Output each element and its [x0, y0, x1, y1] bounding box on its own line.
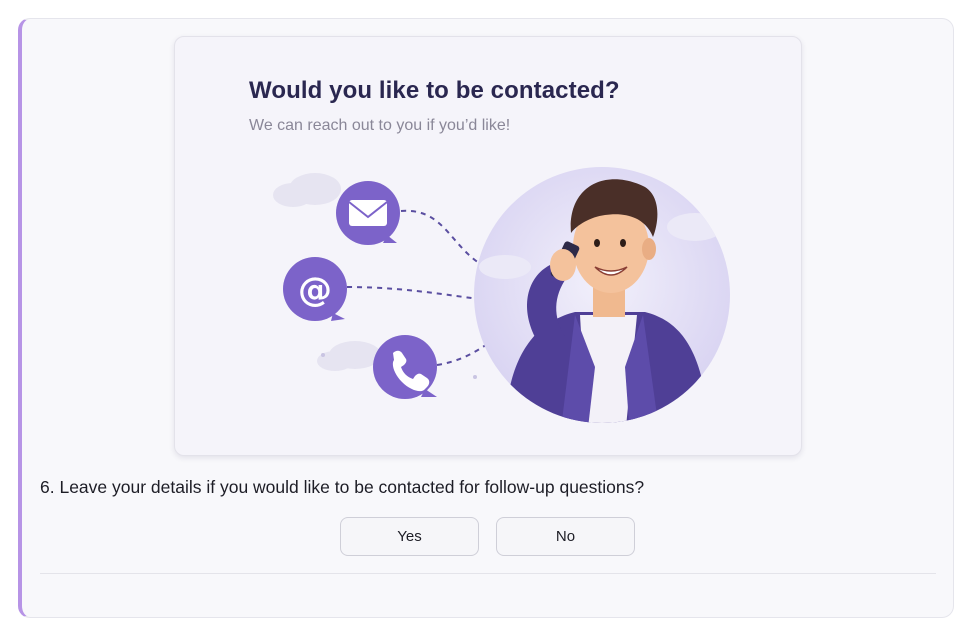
- illustration-subtitle: We can reach out to you if you’d like!: [249, 117, 511, 134]
- at-sign-icon: @: [283, 257, 347, 321]
- question-text: 6. Leave your details if you would like …: [40, 477, 645, 497]
- dot-decoration: [321, 353, 325, 357]
- svg-text:@: @: [298, 270, 332, 310]
- phone-icon: [373, 335, 437, 399]
- no-button[interactable]: No: [496, 517, 635, 556]
- contact-illustration: @ Would you like to be contacted? We can…: [174, 36, 802, 456]
- survey-page: @ Would you like to be contacted? We can…: [0, 0, 968, 618]
- illustration-title: Would you like to be contacted?: [249, 77, 620, 104]
- yes-button[interactable]: Yes: [340, 517, 479, 556]
- dot-decoration: [473, 375, 477, 379]
- person-illustration: [474, 167, 730, 423]
- envelope-icon: [336, 181, 400, 245]
- divider: [40, 573, 936, 574]
